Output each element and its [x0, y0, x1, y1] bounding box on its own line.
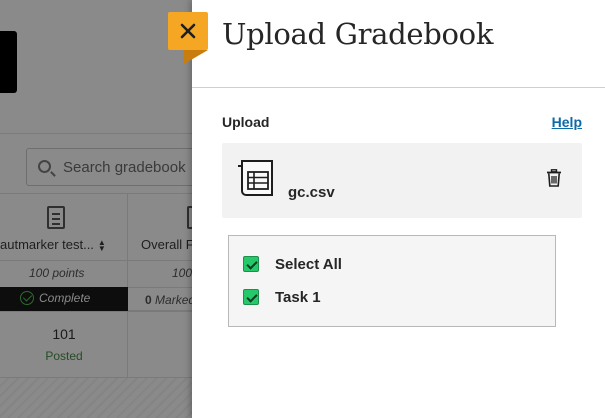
select-all-checkbox[interactable]: [243, 256, 259, 272]
task-selection-box: Select All Task 1: [228, 235, 556, 327]
panel-divider: [192, 87, 605, 88]
spreadsheet-file-icon: [238, 160, 273, 196]
close-panel-button[interactable]: [168, 12, 208, 64]
delete-file-button[interactable]: [546, 169, 562, 187]
status-cell: Complete: [0, 287, 128, 311]
complete-status: Complete: [39, 291, 91, 305]
status-cell: 0 Marked: [128, 287, 192, 311]
check-circle-icon: [20, 291, 34, 305]
background-search-input: Search gradebook: [26, 148, 192, 186]
background-nav-block: [0, 31, 17, 93]
empty-area-hatch: [0, 378, 192, 418]
column-points: 100 points: [29, 266, 85, 280]
column-header-overall: Overall F: [141, 237, 192, 252]
sort-icon: ▲ ▼: [97, 237, 106, 253]
posted-status: Posted: [45, 349, 83, 363]
upload-gradebook-panel: Upload Gradebook Upload Help gc.csv Sele…: [192, 0, 605, 418]
search-icon: [38, 160, 51, 173]
score-value: 101: [52, 326, 76, 342]
uploaded-file-card: gc.csv: [222, 143, 582, 218]
task-1-checkbox[interactable]: [243, 289, 259, 305]
upload-label: Upload: [222, 114, 270, 130]
task-1-label: Task 1: [275, 288, 321, 306]
search-placeholder: Search gradebook: [63, 159, 186, 176]
panel-title: Upload Gradebook: [222, 17, 494, 51]
help-link[interactable]: Help: [552, 114, 582, 130]
select-all-checkbox-row[interactable]: Select All: [243, 254, 342, 274]
file-name: gc.csv: [288, 184, 335, 201]
select-all-label: Select All: [275, 255, 342, 273]
assignment-icon: [47, 206, 65, 229]
column-header-autmarker: autmarker test... ▲ ▼: [0, 237, 106, 253]
task-1-checkbox-row[interactable]: Task 1: [243, 287, 321, 307]
background-gradebook: Search gradebook autmarker test... ▲ ▼ Ove…: [0, 0, 192, 418]
column-points: 100: [172, 266, 192, 280]
background-divider: [0, 133, 192, 134]
row-divider: [0, 311, 192, 312]
marked-count: 0 Marked: [145, 293, 192, 307]
close-icon: [180, 23, 196, 39]
